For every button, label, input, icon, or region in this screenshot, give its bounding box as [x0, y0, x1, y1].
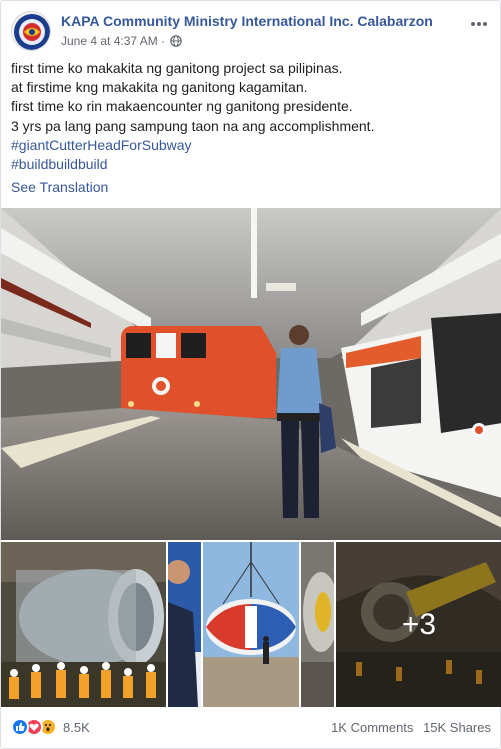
- hashtag-link[interactable]: #giantCutterHeadForSubway: [11, 136, 491, 155]
- like-icon: [11, 718, 29, 736]
- post-message: first time ko makakita ng ganitong proje…: [11, 59, 491, 174]
- photo-thumbnail-cutterhead[interactable]: [203, 542, 299, 707]
- reaction-count: 8.5K: [63, 719, 90, 735]
- more-options-icon[interactable]: [471, 13, 491, 27]
- post-text-line: first time ko makakita ng ganitong proje…: [11, 60, 343, 76]
- post-timestamp[interactable]: June 4 at 4:37 AM: [61, 34, 158, 48]
- subway-photo: [1, 208, 501, 540]
- photo-thumbnail-machinery[interactable]: [301, 542, 334, 707]
- person-photo: [168, 542, 201, 707]
- page-name-link[interactable]: KAPA Community Ministry International In…: [61, 13, 433, 29]
- kapa-logo-icon: [14, 14, 50, 50]
- post-text-line: 3 yrs pa lang pang sampung taon na ang a…: [11, 117, 375, 134]
- photo-thumbnail-tbm[interactable]: [1, 542, 166, 707]
- hashtag-link[interactable]: #buildbuildbuild: [11, 155, 491, 174]
- meta-separator: ·: [161, 34, 166, 48]
- comments-count-link[interactable]: 1K Comments: [331, 720, 413, 735]
- cutterhead-photo: [203, 542, 299, 707]
- post-text-line: first time ko rin makaencounter ng ganit…: [11, 98, 353, 115]
- page-avatar[interactable]: [11, 11, 51, 51]
- photo-thumbnail-person[interactable]: [168, 542, 201, 707]
- main-photo-subway[interactable]: [1, 208, 501, 540]
- shares-count-link[interactable]: 15K Shares: [423, 720, 491, 735]
- post-text-line: at firstime kng makakita ng ganitong kag…: [11, 79, 308, 96]
- globe-icon[interactable]: [170, 35, 183, 47]
- more-photos-overlay[interactable]: +3: [336, 542, 501, 707]
- tbm-photo: [1, 542, 166, 707]
- post-footer: 8.5K 1K Comments 15K Shares: [11, 715, 491, 739]
- machinery-photo: [301, 542, 334, 707]
- engagement-counts: 1K Comments 15K Shares: [331, 720, 491, 735]
- photo-thumbnail-more[interactable]: +3: [336, 542, 501, 707]
- facebook-post: KAPA Community Ministry International In…: [0, 0, 501, 749]
- reactions-summary[interactable]: 8.5K: [11, 717, 90, 737]
- post-meta: June 4 at 4:37 AM ·: [61, 34, 183, 48]
- see-translation-link[interactable]: See Translation: [11, 179, 108, 195]
- post-header: KAPA Community Ministry International In…: [11, 9, 491, 53]
